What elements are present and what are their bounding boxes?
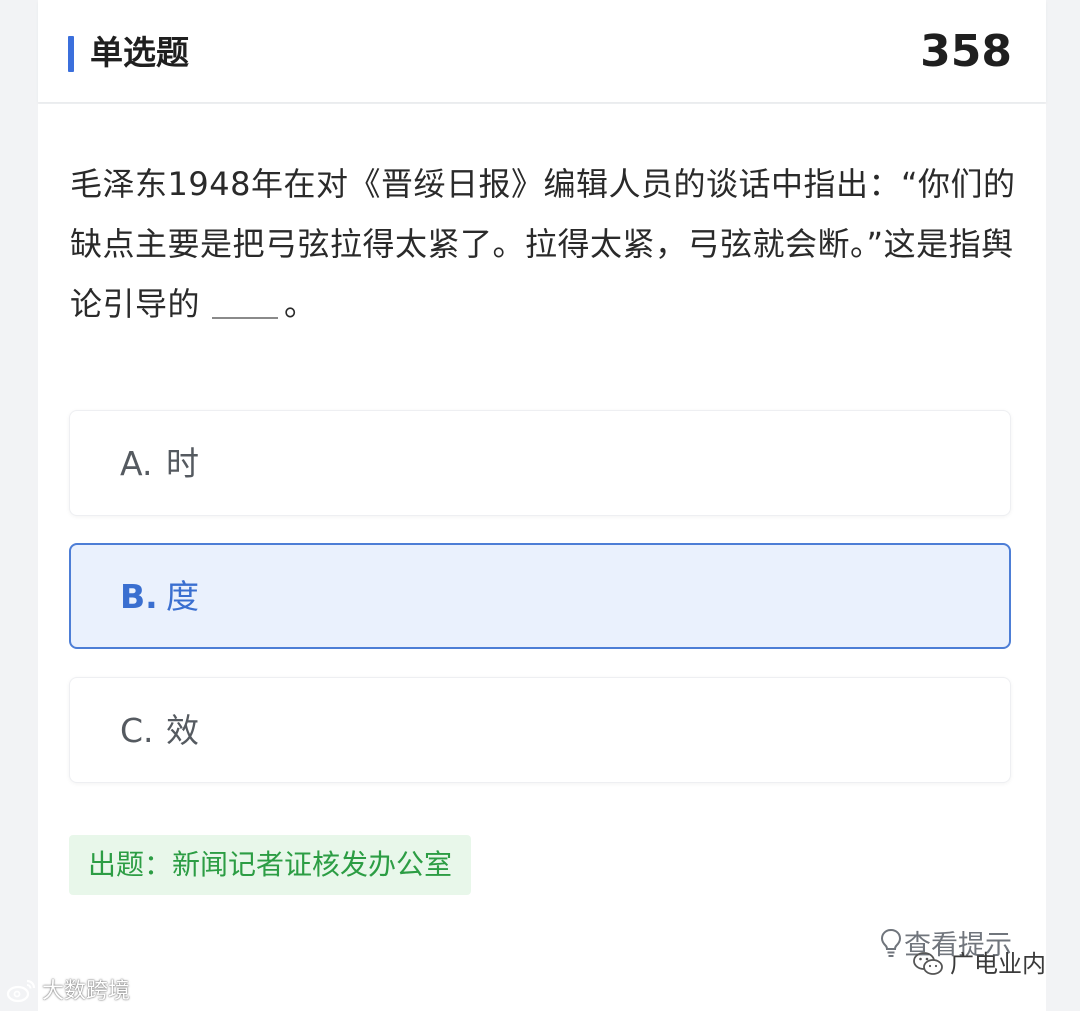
question-number: 358: [920, 26, 1012, 77]
lightbulb-icon: [880, 928, 902, 957]
option-text: 效: [166, 711, 199, 750]
wechat-icon: [913, 952, 943, 975]
option-text: 时: [166, 444, 199, 483]
option-text: 度: [166, 577, 199, 616]
watermark-right: 广电业内: [912, 946, 1046, 982]
question-stem-end: 。: [284, 285, 317, 323]
weibo-icon: [6, 979, 36, 1003]
option-a[interactable]: A. 时: [69, 410, 1011, 516]
option-c[interactable]: C. 效: [69, 677, 1011, 783]
watermark-left-text: 大数跨境: [42, 979, 131, 1004]
watermark-right-text: 广电业内: [950, 950, 1046, 978]
option-letter: C.: [120, 711, 154, 750]
watermark-left: 大数跨境: [6, 975, 130, 1009]
question-source-badge: 出题：新闻记者证核发办公室: [69, 835, 472, 895]
question-card: 毛泽东1948年在对《晋绥日报》编辑人员的谈话中指出：“你们的缺点主要是把弓弦拉…: [38, 104, 1046, 1011]
option-letter: B.: [120, 577, 158, 616]
accent-bar: [68, 36, 74, 72]
option-b[interactable]: B. 度: [69, 543, 1011, 649]
option-letter: A.: [120, 444, 153, 483]
answer-blank: [212, 287, 279, 319]
question-text: 毛泽东1948年在对《晋绥日报》编辑人员的谈话中指出：“你们的缺点主要是把弓弦拉…: [70, 154, 1020, 334]
question-type-title: 单选题: [90, 33, 189, 72]
question-header: 单选题 358: [38, 0, 1046, 102]
